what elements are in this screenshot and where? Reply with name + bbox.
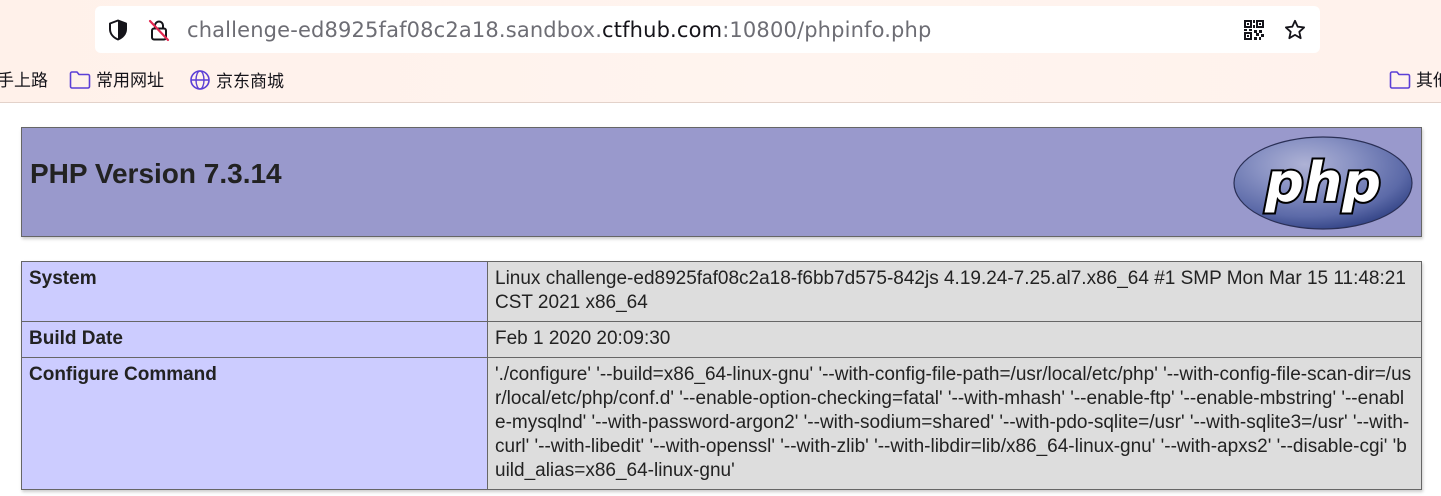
shield-icon[interactable] <box>106 18 130 42</box>
folder-icon <box>1389 71 1411 89</box>
row-key: Build Date <box>21 321 488 358</box>
bookmark-label: 京东商城 <box>216 72 284 92</box>
php-logo[interactable]: php <box>1232 135 1414 231</box>
php-logo-text: php <box>1264 151 1381 214</box>
bookmark-label: 常用网址 <box>96 71 164 91</box>
bookmark-folder-common-sites[interactable]: 常用网址 <box>69 69 164 93</box>
page-content: PHP Version 7.3.14 php System Linux chal… <box>0 103 1441 496</box>
row-value: './configure' '--build=x86_64-linux-gnu'… <box>487 357 1422 490</box>
row-value: Linux challenge-ed8925faf08c2a18-f6bb7d5… <box>487 261 1422 322</box>
page-title: PHP Version 7.3.14 <box>30 158 282 189</box>
star-icon[interactable] <box>1283 18 1307 42</box>
row-key: Configure Command <box>21 357 488 490</box>
folder-icon <box>69 71 91 89</box>
url-domain: ctfhub.com <box>602 18 723 42</box>
bookmark-label: 手上路 <box>0 71 48 91</box>
bookmark-label: 其他 <box>1416 71 1441 91</box>
row-key: System <box>21 261 488 322</box>
url-suffix: :10800/phpinfo.php <box>722 18 932 42</box>
globe-icon <box>190 70 210 90</box>
table-row: Build Date Feb 1 2020 20:09:30 <box>21 321 1422 358</box>
phpinfo-header: PHP Version 7.3.14 php <box>21 127 1422 237</box>
other-bookmarks-folder[interactable]: 其他 <box>1389 69 1441 93</box>
browser-toolbar: challenge-ed8925faf08c2a18.sandbox.ctfhu… <box>0 0 1441 103</box>
bookmark-item[interactable]: 手上路 <box>0 69 48 93</box>
url-prefix: challenge-ed8925faf08c2a18.sandbox. <box>187 18 603 42</box>
bookmark-jd[interactable]: 京东商城 <box>189 69 284 93</box>
url-text[interactable]: challenge-ed8925faf08c2a18.sandbox.ctfhu… <box>187 18 931 42</box>
lock-slash-icon[interactable] <box>147 18 171 42</box>
row-value: Feb 1 2020 20:09:30 <box>487 321 1422 358</box>
table-row: System Linux challenge-ed8925faf08c2a18-… <box>21 261 1422 322</box>
info-table: System Linux challenge-ed8925faf08c2a18-… <box>21 261 1422 490</box>
address-bar[interactable]: challenge-ed8925faf08c2a18.sandbox.ctfhu… <box>95 6 1320 53</box>
qr-code-icon[interactable] <box>1242 18 1266 42</box>
table-row: Configure Command './configure' '--build… <box>21 357 1422 490</box>
